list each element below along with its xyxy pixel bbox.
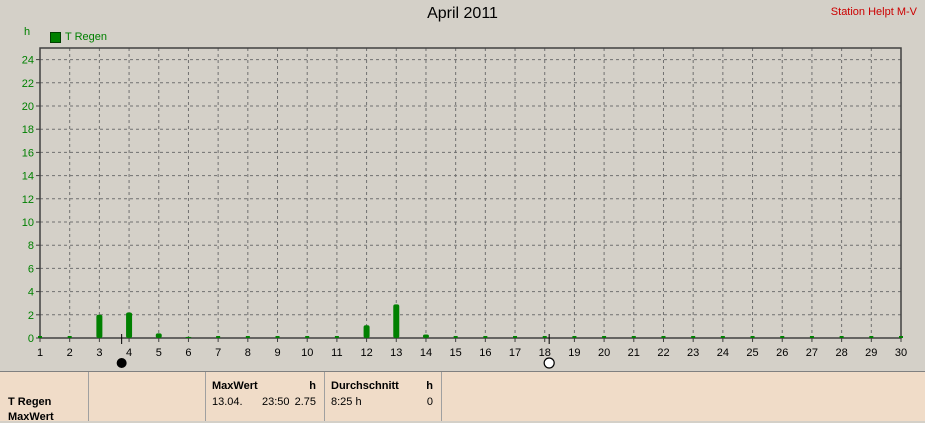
x-tick-label: 1 <box>37 347 43 359</box>
max-value: 2.75 <box>294 396 316 408</box>
x-tick-label: 28 <box>835 347 847 359</box>
x-tick-label: 25 <box>746 347 758 359</box>
y-tick-label: 20 <box>22 101 34 113</box>
x-tick-label: 19 <box>568 347 580 359</box>
bar <box>750 336 755 338</box>
bar <box>542 336 547 338</box>
bar <box>809 336 814 338</box>
y-tick-label: 24 <box>22 55 34 67</box>
x-tick-label: 7 <box>215 347 221 359</box>
full-moon-icon <box>543 357 555 369</box>
bar <box>96 314 103 338</box>
x-tick-label: 30 <box>895 347 907 359</box>
stats-series-label: T Regen <box>8 396 52 408</box>
bar <box>363 325 370 338</box>
avg-unit: h <box>426 380 433 392</box>
x-tick-label: 10 <box>301 347 313 359</box>
bar <box>67 336 72 338</box>
bar <box>661 336 666 338</box>
bar <box>126 312 133 338</box>
x-tick-label: 5 <box>156 347 162 359</box>
max-header: MaxWert <box>212 380 258 392</box>
avg-value: 8:25 h <box>331 396 362 408</box>
bar <box>453 336 458 338</box>
bar <box>305 336 310 338</box>
y-tick-label: 18 <box>22 124 34 136</box>
stats-label-cell: T Regen MaxWert <box>0 372 89 423</box>
bar <box>155 333 162 338</box>
bar <box>38 336 42 338</box>
x-tick-label: 16 <box>479 347 491 359</box>
bar <box>334 336 339 338</box>
chart-window: April 2011 Station Helpt M-V h T Regen 0… <box>0 0 925 423</box>
y-tick-label: 2 <box>28 310 34 322</box>
x-tick-label: 12 <box>360 347 372 359</box>
y-tick-label: 8 <box>28 240 34 252</box>
bar <box>275 336 280 338</box>
bar <box>691 336 696 338</box>
x-tick-label: 6 <box>185 347 191 359</box>
avg-header: Durchschnitt <box>331 380 399 392</box>
stats-row2-label: MaxWert <box>8 411 54 423</box>
x-tick-label: 27 <box>806 347 818 359</box>
x-tick-label: 21 <box>628 347 640 359</box>
avg-extra: 0 <box>426 396 433 408</box>
x-tick-label: 2 <box>67 347 73 359</box>
bar <box>602 336 607 338</box>
bar <box>513 336 518 338</box>
chart-plot: 0246810121416182022241 2 3 4 5 6 7 8 9 10 11 12 13 14… <box>22 47 907 369</box>
x-tick-label: 24 <box>717 347 729 359</box>
x-tick-label: 23 <box>687 347 699 359</box>
x-tick-label: 8 <box>245 347 251 359</box>
bar <box>422 334 429 338</box>
x-tick-label: 13 <box>390 347 402 359</box>
bar <box>720 336 725 338</box>
bar <box>393 304 400 338</box>
bar <box>185 336 192 338</box>
bar <box>245 336 250 338</box>
y-tick-label: 0 <box>28 333 34 345</box>
stats-avg-cell: Durchschnitt h 8:25 h 0 <box>325 372 442 421</box>
stats-empty-cell <box>89 372 206 421</box>
y-tick-label: 22 <box>22 78 34 90</box>
x-tick-label: 3 <box>96 347 102 359</box>
x-tick-label: 20 <box>598 347 610 359</box>
y-tick-label: 16 <box>22 147 34 159</box>
y-tick-label: 4 <box>28 287 34 299</box>
new-moon-icon <box>116 358 127 368</box>
y-tick-label: 12 <box>22 194 34 206</box>
x-tick-label: 17 <box>509 347 521 359</box>
x-tick-label: 4 <box>126 347 132 359</box>
x-tick-label: 14 <box>420 347 432 359</box>
bar <box>572 336 577 338</box>
x-tick-label: 11 <box>331 347 342 359</box>
bar <box>216 336 221 338</box>
bar <box>899 336 903 338</box>
bar <box>839 336 844 338</box>
plot-area <box>40 48 901 338</box>
stats-max-cell: MaxWert h 13.04. 23:50 2.75 <box>206 372 325 421</box>
max-unit: h <box>309 380 316 392</box>
y-tick-label: 6 <box>28 263 34 275</box>
max-time: 23:50 <box>262 396 290 408</box>
y-tick-label: 14 <box>22 171 34 183</box>
bar <box>869 336 874 338</box>
bar <box>483 336 488 338</box>
x-tick-label: 26 <box>776 347 788 359</box>
bar <box>780 336 785 338</box>
y-tick-label: 10 <box>22 217 34 229</box>
x-tick-label: 18 <box>539 347 551 359</box>
max-date: 13.04. <box>212 396 243 408</box>
x-tick-label: 9 <box>274 347 280 359</box>
x-tick-label: 15 <box>450 347 462 359</box>
x-tick-label: 22 <box>657 347 669 359</box>
x-tick-label: 29 <box>865 347 877 359</box>
bar <box>631 336 636 338</box>
stats-panel: T Regen MaxWert MaxWert h 13.04. 23:50 2… <box>0 371 925 423</box>
